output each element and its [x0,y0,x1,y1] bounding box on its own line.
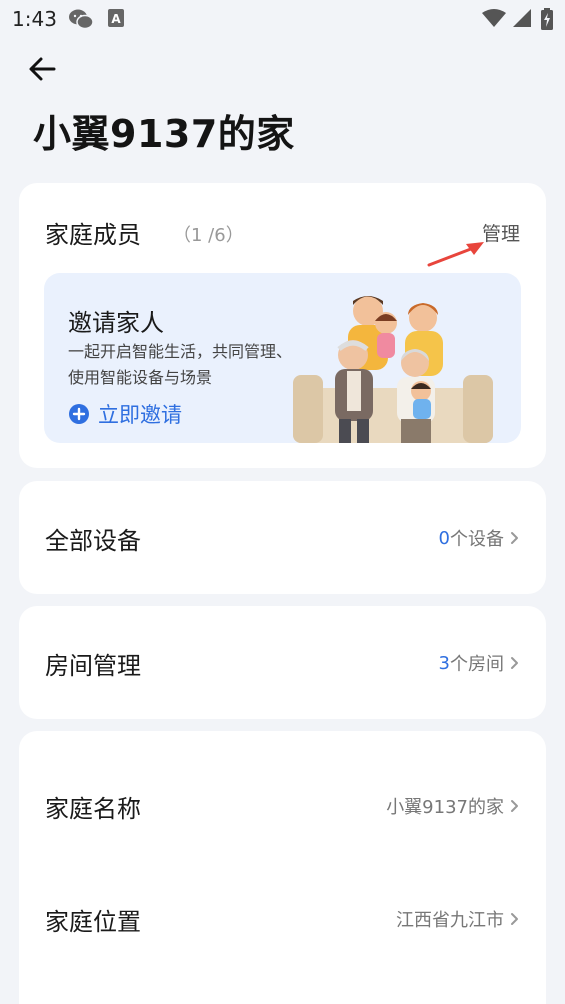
home-location-label: 家庭位置 [45,908,141,936]
battery-icon [541,8,553,30]
home-location-value-wrap: 江西省九江市 [396,906,520,932]
family-members-title: 家庭成员 [45,221,141,249]
room-management-label: 房间管理 [45,652,141,680]
arrow-left-icon [29,57,56,81]
invite-description: 一起开启智能生活，共同管理、 使用智能设备与场景 [68,339,318,391]
room-count-number: 3 [438,652,450,674]
chevron-right-icon [511,913,518,925]
invite-family-banner[interactable]: 邀请家人 一起开启智能生活，共同管理、 使用智能设备与场景 立即邀请 [44,273,521,443]
device-count-number: 0 [438,527,450,549]
back-button[interactable] [26,52,60,86]
font-icon: A [108,9,124,27]
invite-title: 邀请家人 [68,309,164,337]
chevron-right-icon [511,532,518,544]
invite-now-button[interactable]: 立即邀请 [68,400,182,428]
home-name-value: 小翼9137的家 [386,797,504,818]
family-members-count: （1 /6） [173,225,244,246]
home-name-value-wrap: 小翼9137的家 [386,793,520,819]
home-location-row[interactable]: 家庭位置 江西省九江市 [19,886,546,946]
device-count-unit: 个设备 [450,529,504,550]
home-name-row[interactable]: 家庭名称 小翼9137的家 [19,773,546,833]
invite-description-line2: 使用智能设备与场景 [68,368,213,387]
home-location-value: 江西省九江市 [396,910,504,931]
room-management-row[interactable]: 房间管理 3 个房间 [19,606,546,719]
invite-description-line1: 一起开启智能生活，共同管理、 [68,342,293,361]
signal-icon [513,9,531,27]
device-count: 0 个设备 [439,525,520,551]
svg-text:A: A [111,12,121,26]
home-info-card: 家庭名称 小翼9137的家 家庭位置 江西省九江市 [19,731,546,1004]
plus-circle-icon [69,404,89,424]
page-title: 小翼9137的家 [33,112,295,156]
family-illustration [293,296,493,443]
all-devices-label: 全部设备 [45,527,141,555]
room-count: 3 个房间 [439,650,520,676]
status-time: 1:43 [12,7,57,31]
annotation-arrow-icon [427,242,484,267]
room-count-unit: 个房间 [450,654,504,675]
family-members-card: 家庭成员 （1 /6） 管理 邀请家人 一起开启智能生活，共同管理、 使用智能设… [19,183,546,468]
wechat-icon [69,9,94,30]
invite-now-label: 立即邀请 [98,403,182,427]
status-bar: 1:43 A [0,0,565,38]
wifi-icon [482,9,506,27]
chevron-right-icon [511,800,518,812]
all-devices-row[interactable]: 全部设备 0 个设备 [19,481,546,594]
home-name-label: 家庭名称 [45,795,141,823]
chevron-right-icon [511,657,518,669]
